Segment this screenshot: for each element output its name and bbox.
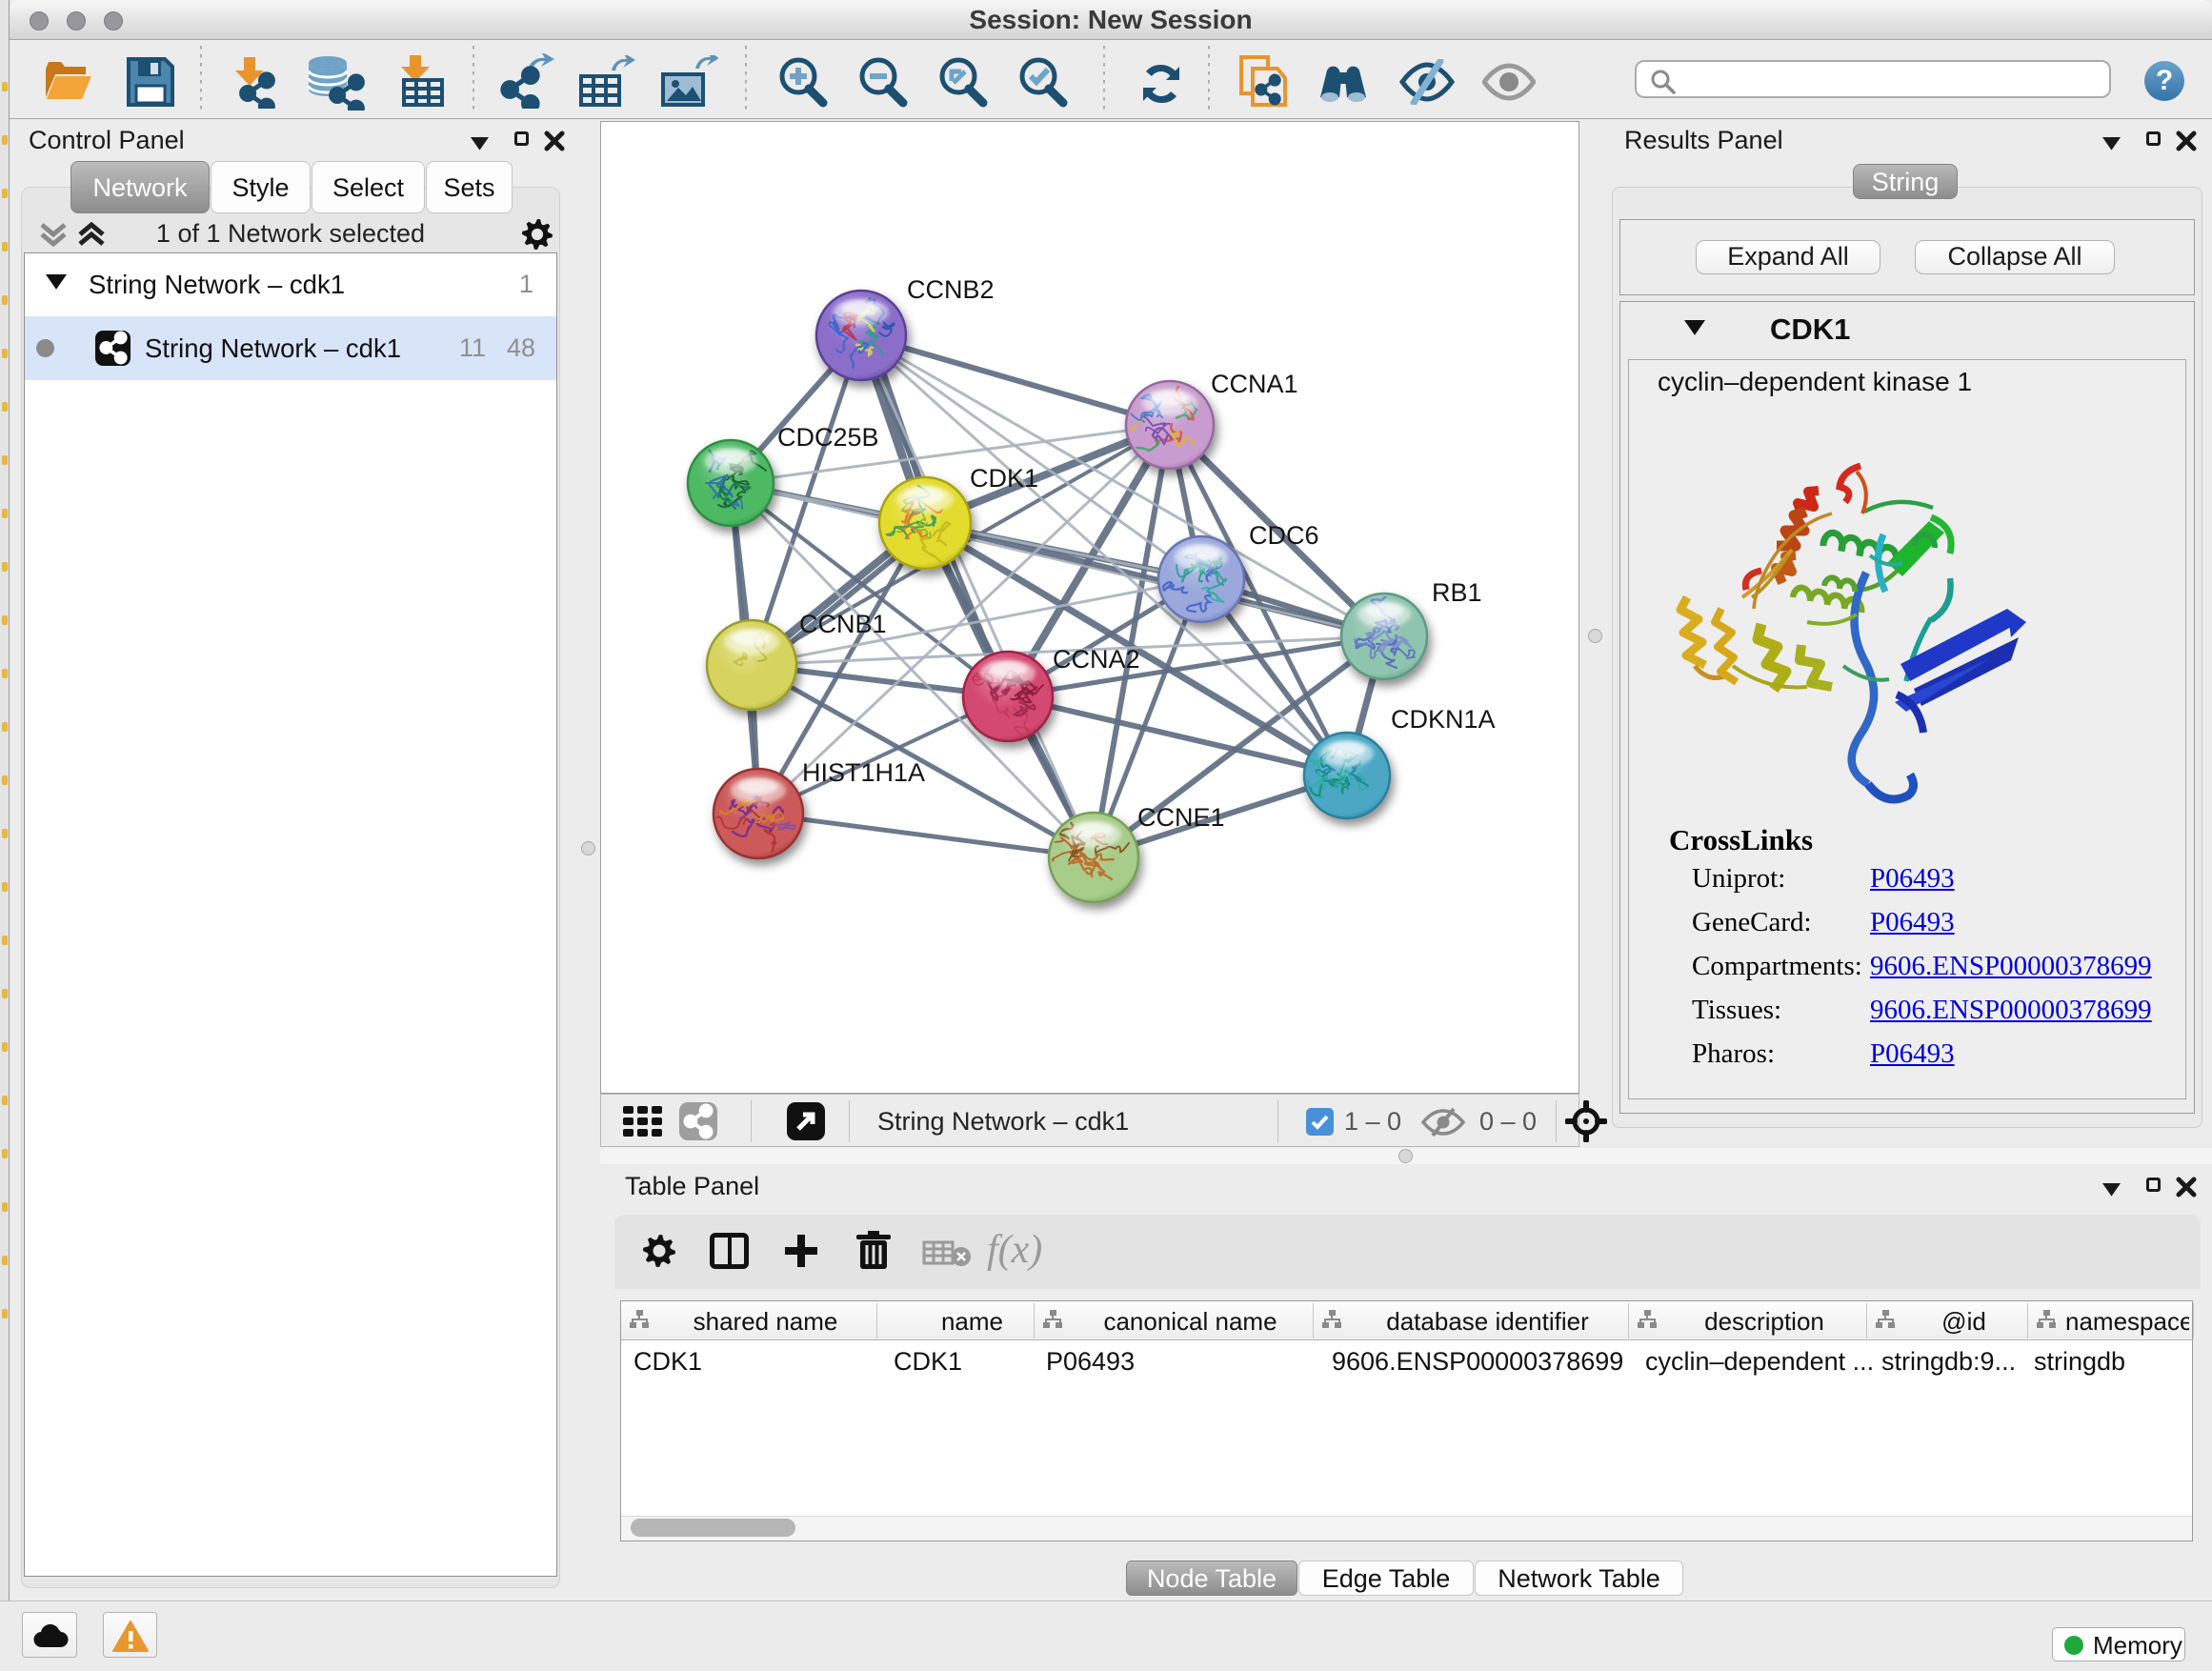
svg-text:CDC25B: CDC25B (777, 423, 879, 452)
svg-text:CDC6: CDC6 (1249, 521, 1319, 550)
svg-text:CCNB2: CCNB2 (907, 275, 995, 304)
svg-text:CCNA1: CCNA1 (1211, 370, 1298, 398)
svg-text:CCNB1: CCNB1 (799, 610, 887, 638)
svg-text:CDKN1A: CDKN1A (1391, 705, 1496, 734)
svg-text:RB1: RB1 (1432, 578, 1482, 607)
svg-text:HIST1H1A: HIST1H1A (802, 758, 925, 787)
svg-text:CDK1: CDK1 (970, 464, 1038, 493)
svg-text:CCNA2: CCNA2 (1053, 645, 1140, 674)
svg-text:CCNE1: CCNE1 (1137, 803, 1225, 832)
